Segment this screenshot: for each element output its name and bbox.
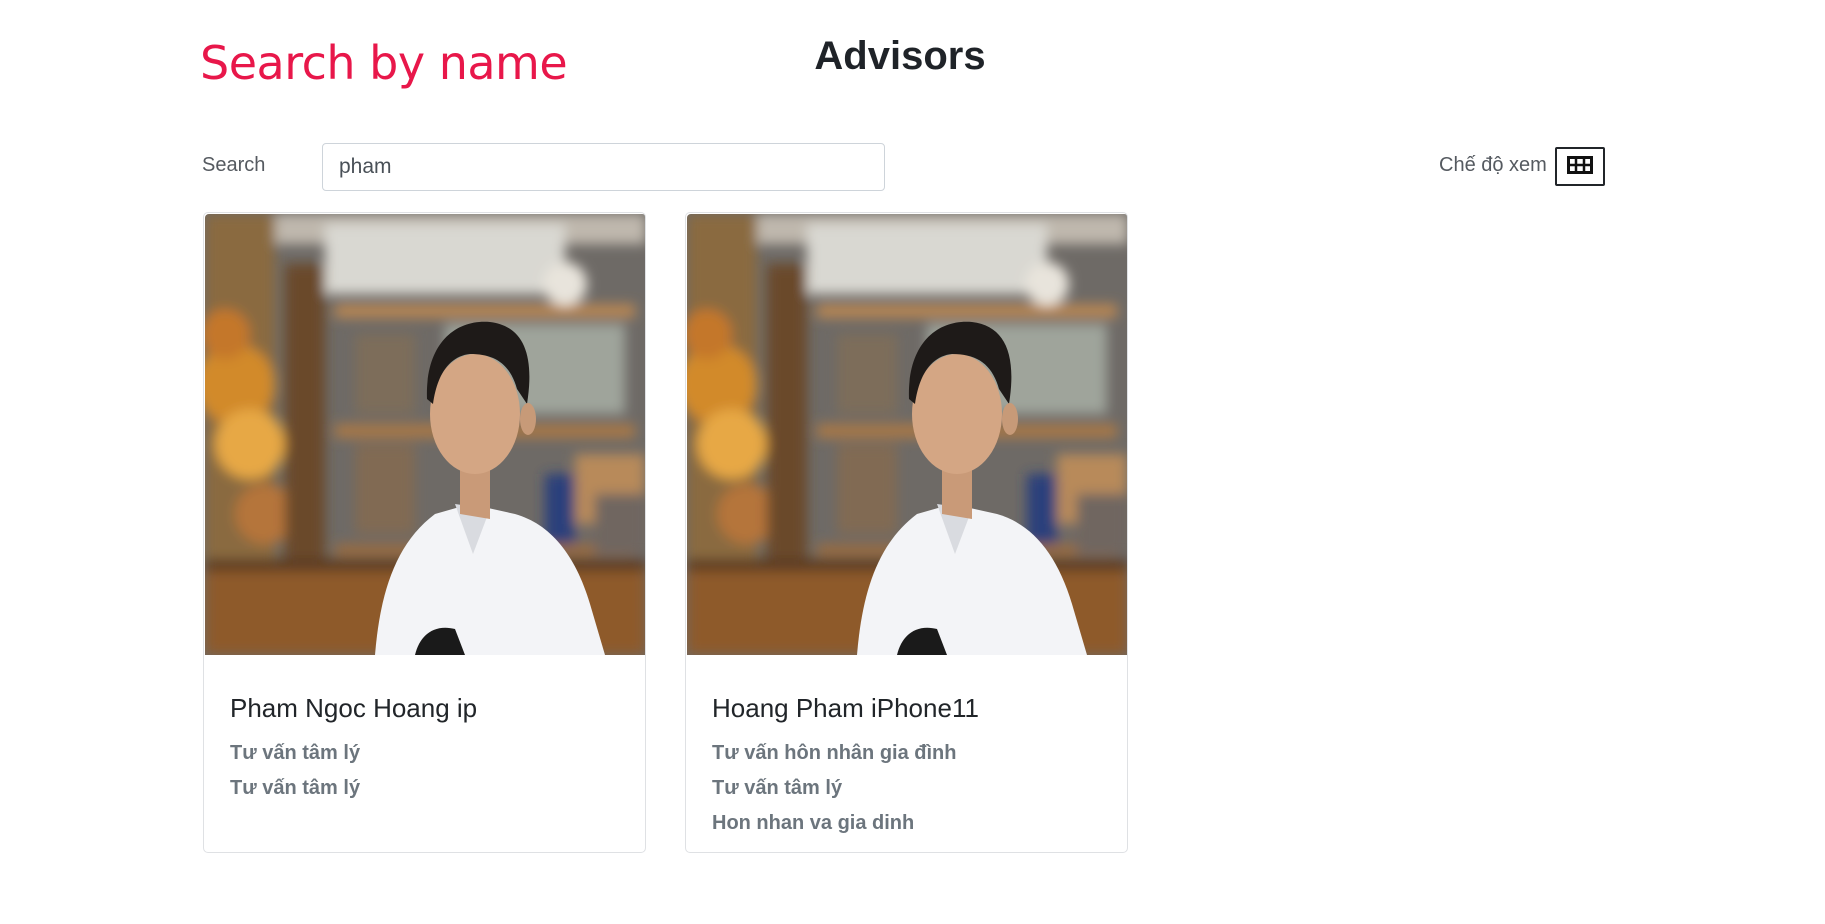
advisor-specialty: Tư vấn tâm lý: [230, 741, 361, 764]
search-input[interactable]: [322, 143, 885, 191]
advisor-name[interactable]: Pham Ngoc Hoang ip: [230, 692, 625, 726]
advisor-specialty: Tư vấn tâm lý: [230, 776, 361, 799]
advisor-photo: [205, 214, 645, 655]
advisor-info: Hoang Pham iPhone11 Tư vấn hôn nhân gia …: [712, 678, 1107, 841]
advisor-photo: [687, 214, 1127, 655]
advisor-specialty: Tư vấn tâm lý: [712, 776, 843, 799]
advisor-name[interactable]: Hoang Pham iPhone11: [712, 692, 1107, 726]
grid-view-toggle-button[interactable]: [1555, 147, 1605, 186]
view-mode-label: Chế độ xem: [1439, 154, 1547, 176]
advisor-card[interactable]: Pham Ngoc Hoang ip Tư vấn tâm lý Tư vấn …: [203, 212, 646, 853]
advisor-specialty: Tư vấn hôn nhân gia đình: [712, 741, 957, 764]
advisor-info: Pham Ngoc Hoang ip Tư vấn tâm lý Tư vấn …: [230, 678, 625, 806]
search-label: Search: [202, 154, 266, 176]
advisor-card[interactable]: Hoang Pham iPhone11 Tư vấn hôn nhân gia …: [685, 212, 1128, 853]
page-title: Advisors: [814, 34, 986, 78]
grid-icon: [1567, 156, 1593, 177]
advisors-page: Search by name Advisors Search Chế độ xe…: [0, 0, 1825, 924]
advisor-specialty: Hon nhan va gia dinh: [712, 811, 915, 834]
